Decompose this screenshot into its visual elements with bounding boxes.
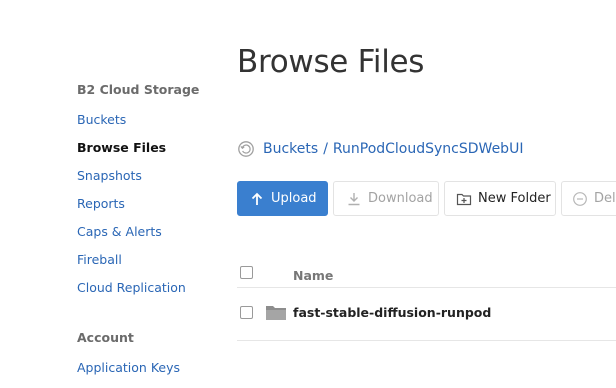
breadcrumb-buckets-link[interactable]: Buckets [263, 141, 318, 157]
history-icon[interactable] [237, 140, 255, 158]
minus-circle-icon [572, 191, 588, 207]
download-icon [346, 191, 362, 207]
folder-icon [265, 304, 287, 321]
table-row[interactable]: fast-stable-diffusion-runpod [237, 299, 616, 327]
table-divider [237, 340, 616, 341]
delete-button[interactable]: Dele [561, 181, 616, 216]
sidebar-item-snapshots[interactable]: Snapshots [77, 168, 142, 183]
sidebar-item-application-keys[interactable]: Application Keys [77, 360, 180, 375]
breadcrumb: Buckets / RunPodCloudSyncSDWebUI [237, 139, 523, 159]
upload-button[interactable]: Upload [237, 181, 328, 216]
file-table-header: Name [237, 262, 616, 288]
sidebar-item-reports[interactable]: Reports [77, 196, 125, 211]
arrow-up-icon [249, 191, 265, 207]
folder-plus-icon [456, 191, 472, 207]
sidebar-heading-account: Account [77, 330, 134, 345]
sidebar-item-caps-alerts[interactable]: Caps & Alerts [77, 224, 162, 239]
page-title: Browse Files [237, 44, 425, 80]
table-divider [237, 287, 616, 288]
delete-label: Dele [594, 191, 616, 206]
column-header-name[interactable]: Name [293, 268, 333, 283]
sidebar-item-fireball[interactable]: Fireball [77, 252, 122, 267]
breadcrumb-current-bucket[interactable]: RunPodCloudSyncSDWebUI [333, 141, 524, 157]
download-button[interactable]: Download [333, 181, 439, 216]
upload-label: Upload [271, 191, 317, 206]
folder-name-link[interactable]: fast-stable-diffusion-runpod [293, 305, 491, 320]
sidebar-item-browse-files[interactable]: Browse Files [77, 140, 166, 155]
download-label: Download [368, 191, 433, 206]
sidebar-item-cloud-replication[interactable]: Cloud Replication [77, 280, 186, 295]
select-all-checkbox[interactable] [240, 266, 253, 279]
row-checkbox[interactable] [240, 306, 253, 319]
sidebar-heading-storage: B2 Cloud Storage [77, 82, 200, 97]
breadcrumb-separator: / [323, 141, 328, 157]
new-folder-label: New Folder [478, 191, 551, 206]
new-folder-button[interactable]: New Folder [444, 181, 556, 216]
file-toolbar: Upload Download New Folder Dele [237, 181, 616, 216]
sidebar-item-buckets[interactable]: Buckets [77, 112, 126, 127]
